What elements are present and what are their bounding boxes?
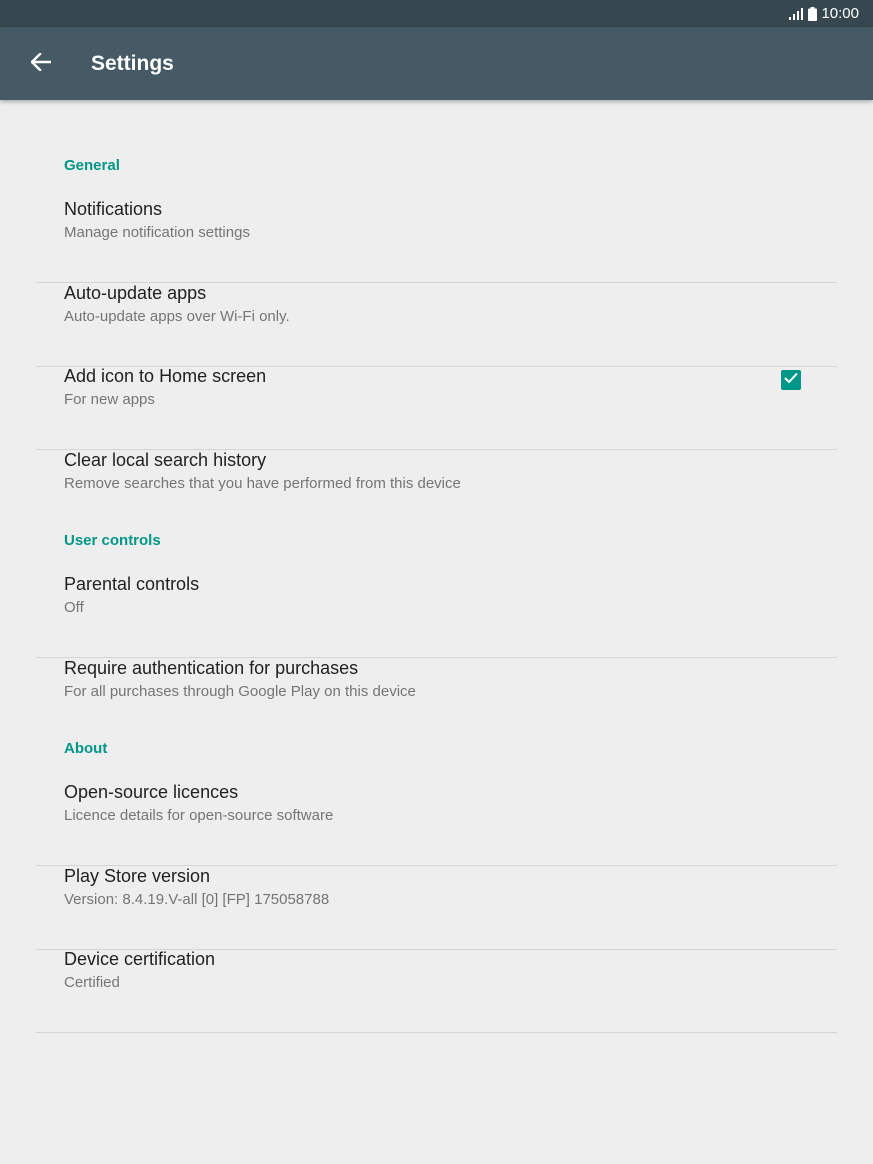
status-icons: 10:00 [789,0,859,27]
setting-title: Auto-update apps [64,283,207,303]
setting-title: Open-source licences [64,782,239,802]
setting-subtitle: Certified [64,974,120,991]
setting-open-source-licences[interactable]: Open-source licences Licence details for… [36,782,837,866]
setting-title: Clear local search history [64,450,267,470]
status-time: 10:00 [821,5,859,22]
setting-subtitle: Version: 8.4.19.V-all [0] [FP] 175058788 [64,891,330,908]
app-bar: Settings [0,27,873,100]
setting-play-store-version[interactable]: Play Store version Version: 8.4.19.V-all… [36,866,837,950]
setting-title: Add icon to Home screen [64,366,267,386]
setting-notifications[interactable]: Notifications Manage notification settin… [36,199,837,283]
section-header-general: General [64,157,120,174]
setting-title: Require authentication for purchases [64,658,359,678]
setting-require-authentication[interactable]: Require authentication for purchases For… [36,658,837,742]
setting-subtitle: Auto-update apps over Wi-Fi only. [64,308,290,325]
status-bar: 10:00 [0,0,873,27]
signal-icon [789,7,804,20]
setting-subtitle: Manage notification settings [64,224,250,241]
setting-title: Play Store version [64,866,211,886]
setting-add-icon-home-screen[interactable]: Add icon to Home screen For new apps [36,366,837,450]
setting-auto-update-apps[interactable]: Auto-update apps Auto-update apps over W… [36,283,837,367]
setting-subtitle: Off [64,599,84,616]
setting-subtitle: For all purchases through Google Play on… [64,683,416,700]
checkmark-icon [784,371,798,389]
section-header-user-controls: User controls [64,532,161,549]
setting-parental-controls[interactable]: Parental controls Off [36,574,837,658]
setting-subtitle: Remove searches that you have performed … [64,475,461,492]
back-button[interactable] [22,45,60,83]
setting-subtitle: For new apps [64,391,155,408]
setting-title: Notifications [64,199,163,219]
setting-subtitle: Licence details for open-source software [64,807,334,824]
section-header-about: About [64,740,108,757]
battery-icon [808,6,818,21]
setting-title: Parental controls [64,574,200,594]
setting-title: Device certification [64,949,216,969]
arrow-back-icon [30,51,52,76]
add-icon-checkbox[interactable] [781,370,801,390]
setting-device-certification[interactable]: Device certification Certified [36,949,837,1033]
setting-clear-search-history[interactable]: Clear local search history Remove search… [36,450,837,534]
page-title: Settings [91,52,174,75]
